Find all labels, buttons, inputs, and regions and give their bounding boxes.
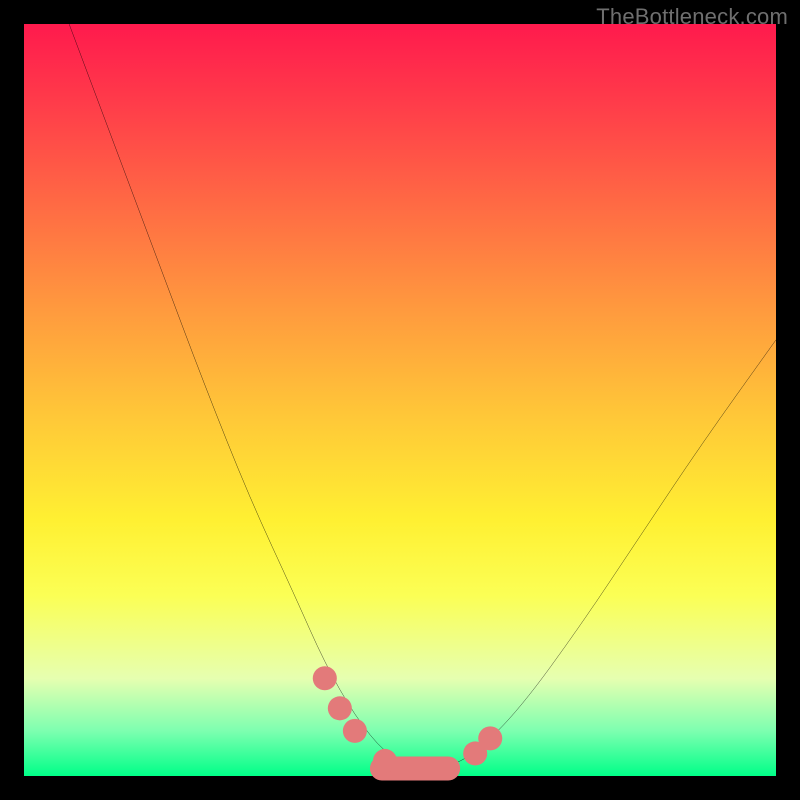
bottleneck-curve — [69, 24, 776, 768]
highlight-dot — [433, 756, 457, 780]
highlight-dot — [343, 719, 367, 743]
curve-path — [69, 24, 776, 768]
highlight-dot — [373, 749, 397, 773]
highlight-dot — [478, 726, 502, 750]
highlight-markers — [313, 666, 503, 780]
highlight-dot — [328, 696, 352, 720]
watermark-text: TheBottleneck.com — [596, 4, 788, 30]
highlight-dot — [403, 756, 427, 780]
chart-frame: TheBottleneck.com — [0, 0, 800, 800]
chart-svg — [24, 24, 776, 776]
chart-plot-area — [24, 24, 776, 776]
highlight-dot — [313, 666, 337, 690]
